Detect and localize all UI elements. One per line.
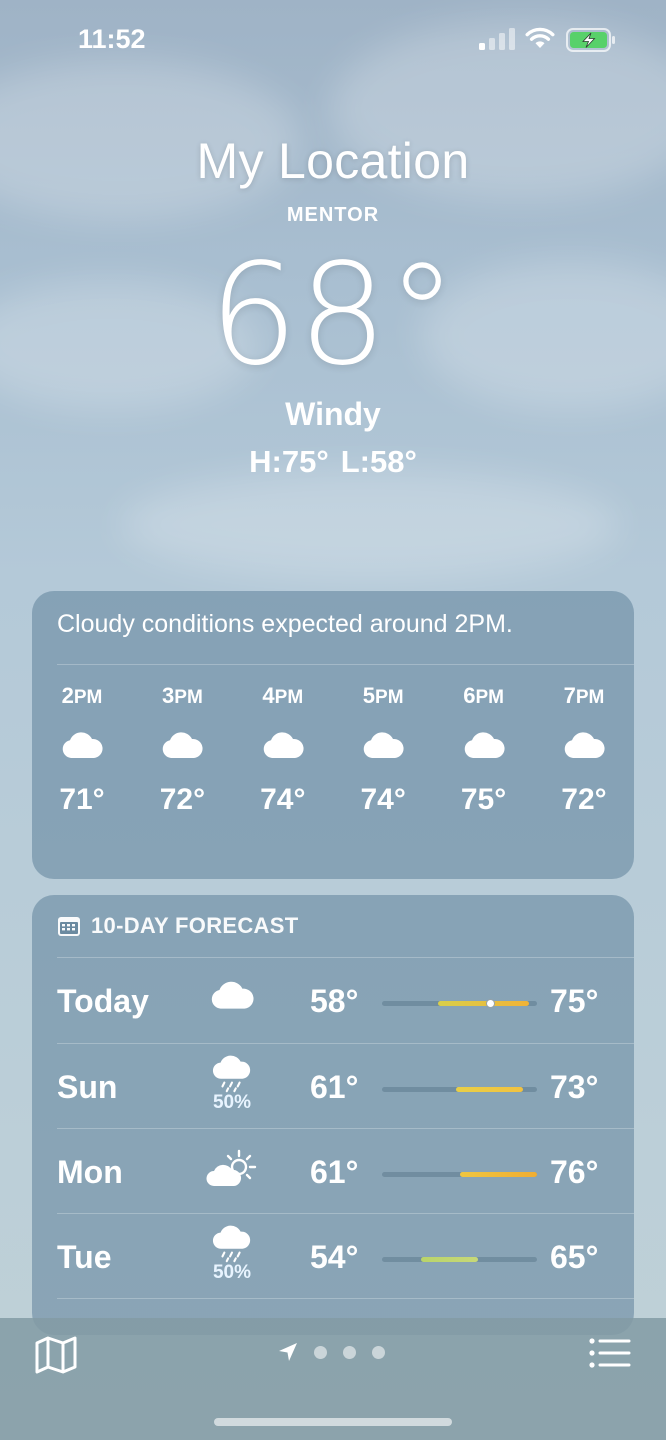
home-indicator <box>214 1418 452 1426</box>
hour-item: 4PM 74° <box>255 683 311 817</box>
precipitation-chance: 50% <box>212 1092 252 1113</box>
current-temperature: 68° <box>208 234 458 397</box>
location-title: My Location <box>196 133 470 189</box>
hour-label: 7PM <box>563 683 605 708</box>
hour-temperature: 72° <box>561 783 607 816</box>
divider <box>57 664 634 665</box>
cloud-rain-icon <box>212 1055 251 1093</box>
temperature-range-bar <box>382 1257 537 1262</box>
hour-temperature: 74° <box>260 783 306 816</box>
day-high-temperature: 75° <box>550 983 599 1019</box>
cloud-icon <box>564 732 605 758</box>
page-dot <box>372 1345 385 1359</box>
temperature-range-bar <box>382 1087 537 1092</box>
hour-temperature: 71° <box>59 783 105 816</box>
hour-item: 3PM 72° <box>154 683 210 817</box>
hourly-forecast-card[interactable]: Cloudy conditions expected around 2PM. 2… <box>32 591 634 879</box>
forecast-row[interactable]: Today 58° 75° <box>32 958 634 1044</box>
cloud-rain-icon <box>212 1225 251 1263</box>
temperature-range-fill <box>459 1172 537 1177</box>
battery-charging-icon <box>566 28 615 52</box>
calendar-icon <box>58 917 80 936</box>
forecast-title: 10-DAY FORECAST <box>91 913 299 938</box>
temperature-range-fill <box>456 1087 524 1092</box>
day-high-temperature: 73° <box>550 1069 599 1105</box>
current-temperature-dot <box>486 999 495 1008</box>
day-low-temperature: 58° <box>310 983 359 1019</box>
cloud-icon <box>62 732 103 758</box>
day-name: Today <box>57 983 149 1019</box>
hour-label: 2PM <box>61 683 103 708</box>
ten-day-forecast-card[interactable]: 10-DAY FORECAST Today 58° 75° Sun 50% 61… <box>32 895 634 1335</box>
high-temperature: H:75° <box>249 444 329 479</box>
current-condition: Windy <box>285 396 381 432</box>
temperature-range-fill <box>437 1001 530 1006</box>
cloud-icon <box>163 732 203 758</box>
forecast-row[interactable]: Tue 50% 54° 65° <box>32 1214 634 1300</box>
cloud-icon <box>464 732 505 758</box>
precipitation-chance: 50% <box>212 1262 252 1283</box>
cellular-signal-icon <box>479 28 515 50</box>
hour-item: 2PM 71° <box>54 683 110 817</box>
day-low-temperature: 61° <box>310 1154 359 1190</box>
hour-item: 6PM 75° <box>456 683 512 817</box>
day-low-temperature: 54° <box>310 1239 359 1275</box>
list-icon[interactable] <box>588 1336 632 1370</box>
hour-label: 4PM <box>262 683 304 708</box>
map-icon[interactable] <box>34 1336 78 1374</box>
status-time: 11:52 <box>78 24 146 54</box>
hour-temperature: 74° <box>360 783 406 816</box>
cloud-icon <box>211 981 254 1009</box>
cloud-icon <box>263 732 304 758</box>
temperature-range-fill <box>420 1257 479 1262</box>
page-dot <box>314 1345 327 1359</box>
high-low-temperature: H:75° L:58° <box>0 444 666 480</box>
hour-label: 6PM <box>463 683 504 708</box>
wifi-icon <box>525 27 555 48</box>
sun-cloud-icon <box>206 1149 257 1186</box>
hourly-list[interactable]: 2PM 71° 3PM 72° 4PM 74° 5PM 74° 6PM 75° … <box>32 683 634 817</box>
divider <box>57 1298 634 1299</box>
forecast-row[interactable]: Mon 61° 76° <box>32 1129 634 1215</box>
forecast-header: 10-DAY FORECAST <box>57 913 298 939</box>
location-arrow-icon <box>279 1343 297 1361</box>
hour-label: 5PM <box>362 683 404 708</box>
page-dot <box>343 1345 356 1359</box>
hour-item: 5PM 74° <box>355 683 411 817</box>
hourly-summary: Cloudy conditions expected around 2PM. <box>57 610 513 638</box>
page-indicator[interactable] <box>278 1342 385 1362</box>
low-temperature: L:58° <box>340 444 417 479</box>
day-high-temperature: 76° <box>550 1154 599 1190</box>
day-low-temperature: 61° <box>310 1069 359 1105</box>
hour-label: 3PM <box>162 683 203 708</box>
location-header: My Location MENTOR <box>0 132 666 227</box>
bottom-toolbar <box>0 1318 666 1440</box>
hour-temperature: 75° <box>460 783 507 816</box>
cloud-icon <box>363 732 404 758</box>
day-name: Tue <box>57 1239 112 1275</box>
day-name: Sun <box>57 1069 118 1105</box>
day-high-temperature: 65° <box>550 1239 599 1275</box>
hour-item: 7PM 72° <box>556 683 612 817</box>
temperature-range-bar <box>382 1172 537 1177</box>
status-bar: 11:52 <box>0 0 666 80</box>
day-name: Mon <box>57 1154 123 1190</box>
forecast-row[interactable]: Sun 50% 61° 73° <box>32 1044 634 1130</box>
location-subtitle: MENTOR <box>286 204 380 226</box>
temperature-range-bar <box>382 999 537 1008</box>
hour-temperature: 72° <box>159 783 206 816</box>
